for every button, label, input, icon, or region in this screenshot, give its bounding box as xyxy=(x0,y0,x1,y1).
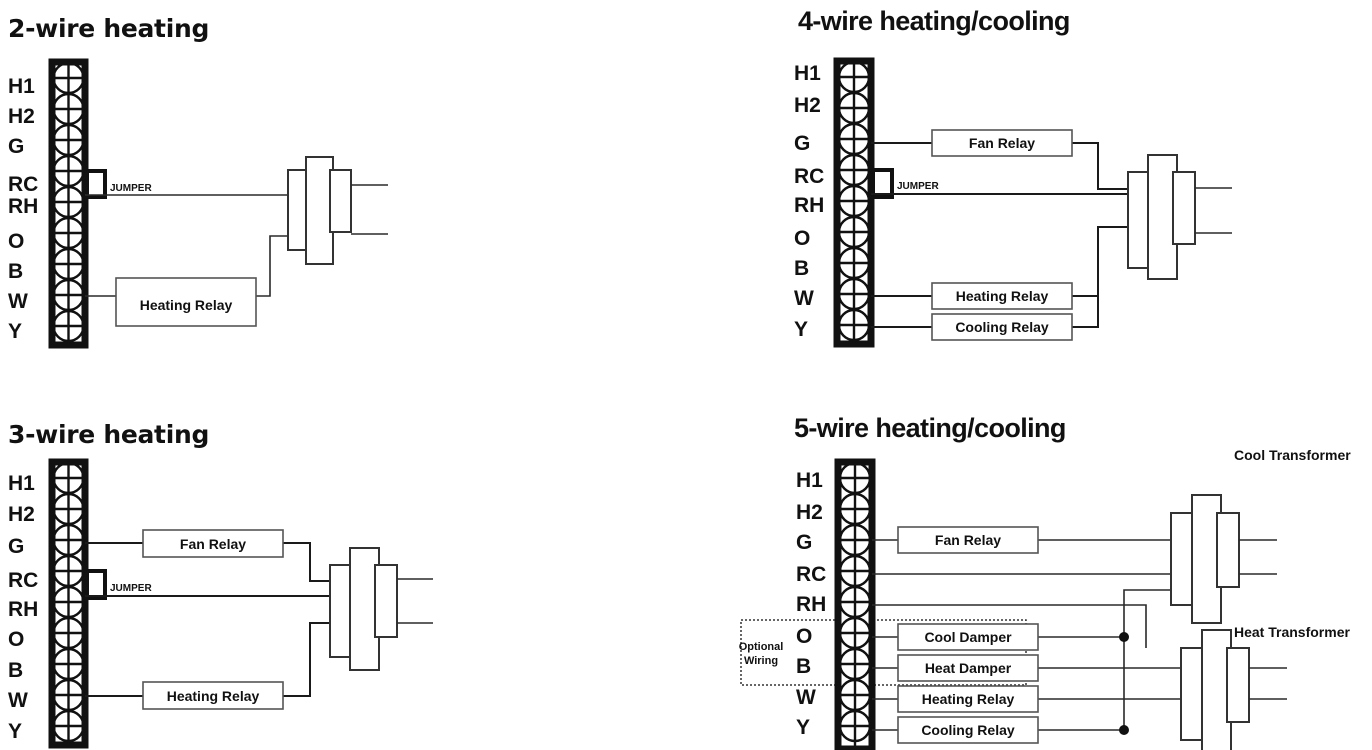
wire-heating-relay-transformer xyxy=(1072,226,1128,297)
terminal-label-w: W xyxy=(796,686,816,709)
transformer-heat: Heat Transformer xyxy=(1180,624,1350,750)
terminal-label-h1: H1 xyxy=(8,75,35,98)
component-label: Fan Relay xyxy=(969,135,1035,151)
terminal-label-g: G xyxy=(8,135,24,158)
component-label: Heat Damper xyxy=(925,660,1012,676)
component-cooling-relay: Cooling Relay xyxy=(931,313,1073,341)
component-heating-relay: Heating Relay xyxy=(142,681,284,710)
wire-cooling-relay-transformer xyxy=(1072,296,1099,328)
terminal-label-g: G xyxy=(8,535,24,558)
wiring-diagram-sheet: 2-wire heating H1 H2 G RC RH O B W Y JUM… xyxy=(0,0,1372,750)
diagram-three-wire-heating: 3-wire heating H1 H2 G RC RH O B W Y JUM… xyxy=(8,420,433,749)
terminal-label-b: B xyxy=(796,655,811,678)
terminal-label-o: O xyxy=(8,230,24,253)
transformer-cool: Cool Transformer xyxy=(1170,447,1351,624)
diagram-title: 2-wire heating xyxy=(8,14,209,43)
terminal-label-b: B xyxy=(8,260,23,283)
junction-dot-cool-damper xyxy=(1119,632,1129,642)
transformer xyxy=(329,547,433,671)
wire-heating-relay-transformer xyxy=(256,235,288,297)
terminal-label-g: G xyxy=(794,132,810,155)
heat-transformer-label: Heat Transformer xyxy=(1234,624,1350,640)
component-heating-relay: Heating Relay xyxy=(115,277,257,327)
diagram-title: 4-wire heating/cooling xyxy=(798,6,1070,36)
terminal-label-y: Y xyxy=(8,320,22,343)
component-label: Cool Damper xyxy=(924,629,1012,645)
terminal-label-h1: H1 xyxy=(796,469,823,492)
component-fan-relay: Fan Relay xyxy=(142,529,284,558)
component-label: Heating Relay xyxy=(956,288,1049,304)
terminal-label-h2: H2 xyxy=(794,94,821,117)
component-heating-relay: Heating Relay xyxy=(931,282,1073,310)
jumper: JUMPER xyxy=(85,569,152,600)
terminal-label-h2: H2 xyxy=(8,503,35,526)
terminal-strip xyxy=(833,57,875,348)
terminal-strip xyxy=(48,458,89,749)
diagram-four-wire-heating-cooling: 4-wire heating/cooling H1 H2 G RC RH O B… xyxy=(794,6,1232,348)
terminal-label-rh: RH xyxy=(8,598,38,621)
transformer xyxy=(287,156,388,265)
cool-transformer-label: Cool Transformer xyxy=(1234,447,1351,463)
component-fan-relay: Fan Relay xyxy=(897,526,1039,554)
terminal-label-w: W xyxy=(8,290,28,313)
terminal-label-o: O xyxy=(796,625,812,648)
transformer xyxy=(1127,154,1232,280)
jumper-label: JUMPER xyxy=(897,181,939,192)
diagram-title: 5-wire heating/cooling xyxy=(794,413,1066,443)
terminal-label-rh: RH xyxy=(8,195,38,218)
terminal-label-h1: H1 xyxy=(794,62,821,85)
terminal-label-h2: H2 xyxy=(796,501,823,524)
wire-fan-relay-transformer xyxy=(283,542,330,582)
terminal-label-b: B xyxy=(8,659,23,682)
component-label: Heating Relay xyxy=(140,297,233,313)
terminal-label-rc: RC xyxy=(796,563,826,586)
terminal-label-y: Y xyxy=(794,318,808,341)
terminal-strip xyxy=(48,58,89,349)
terminal-label-rc: RC xyxy=(794,165,824,188)
terminal-label-o: O xyxy=(8,628,24,651)
terminal-label-h1: H1 xyxy=(8,472,35,495)
terminal-label-h2: H2 xyxy=(8,105,35,128)
terminal-label-o: O xyxy=(794,227,810,250)
jumper-label: JUMPER xyxy=(110,583,152,594)
component-label: Cooling Relay xyxy=(955,319,1049,335)
component-label: Fan Relay xyxy=(935,532,1001,548)
component-heat-damper: Heat Damper xyxy=(897,654,1039,682)
component-label: Fan Relay xyxy=(180,536,246,552)
component-label: Heating Relay xyxy=(167,688,260,704)
component-fan-relay: Fan Relay xyxy=(931,129,1073,157)
jumper: JUMPER xyxy=(85,169,152,199)
terminal-label-g: G xyxy=(796,531,812,554)
diagram-title: 3-wire heating xyxy=(8,420,209,449)
diagram-two-wire-heating: 2-wire heating H1 H2 G RC RH O B W Y JUM… xyxy=(8,14,388,349)
optional-wiring-line1: Optional xyxy=(739,641,784,653)
terminal-label-w: W xyxy=(794,287,814,310)
terminal-strip xyxy=(834,458,876,750)
terminal-label-rh: RH xyxy=(794,194,824,217)
component-label: Heating Relay xyxy=(922,691,1015,707)
optional-wiring-line2: Wiring xyxy=(744,655,778,667)
component-cool-damper: Cool Damper xyxy=(897,623,1039,651)
wire-cool-bus-riser xyxy=(1123,589,1171,730)
terminal-label-y: Y xyxy=(796,716,810,739)
terminal-label-rh: RH xyxy=(796,593,826,616)
wire-fan-relay-transformer xyxy=(1072,142,1128,190)
component-heating-relay: Heating Relay xyxy=(897,685,1039,713)
diagram-five-wire-heating-cooling: 5-wire heating/cooling H1 H2 G RC RH O B… xyxy=(739,413,1351,750)
component-label: Cooling Relay xyxy=(921,722,1015,738)
terminal-label-w: W xyxy=(8,689,28,712)
component-cooling-relay: Cooling Relay xyxy=(897,716,1039,744)
terminal-label-b: B xyxy=(794,257,809,280)
terminal-label-y: Y xyxy=(8,720,22,743)
terminal-label-rc: RC xyxy=(8,173,38,196)
junction-dot-cooling-relay xyxy=(1119,725,1129,735)
jumper: JUMPER xyxy=(871,168,939,199)
terminal-label-rc: RC xyxy=(8,569,38,592)
wire-heating-relay-transformer xyxy=(283,622,330,697)
jumper-label: JUMPER xyxy=(110,183,152,194)
